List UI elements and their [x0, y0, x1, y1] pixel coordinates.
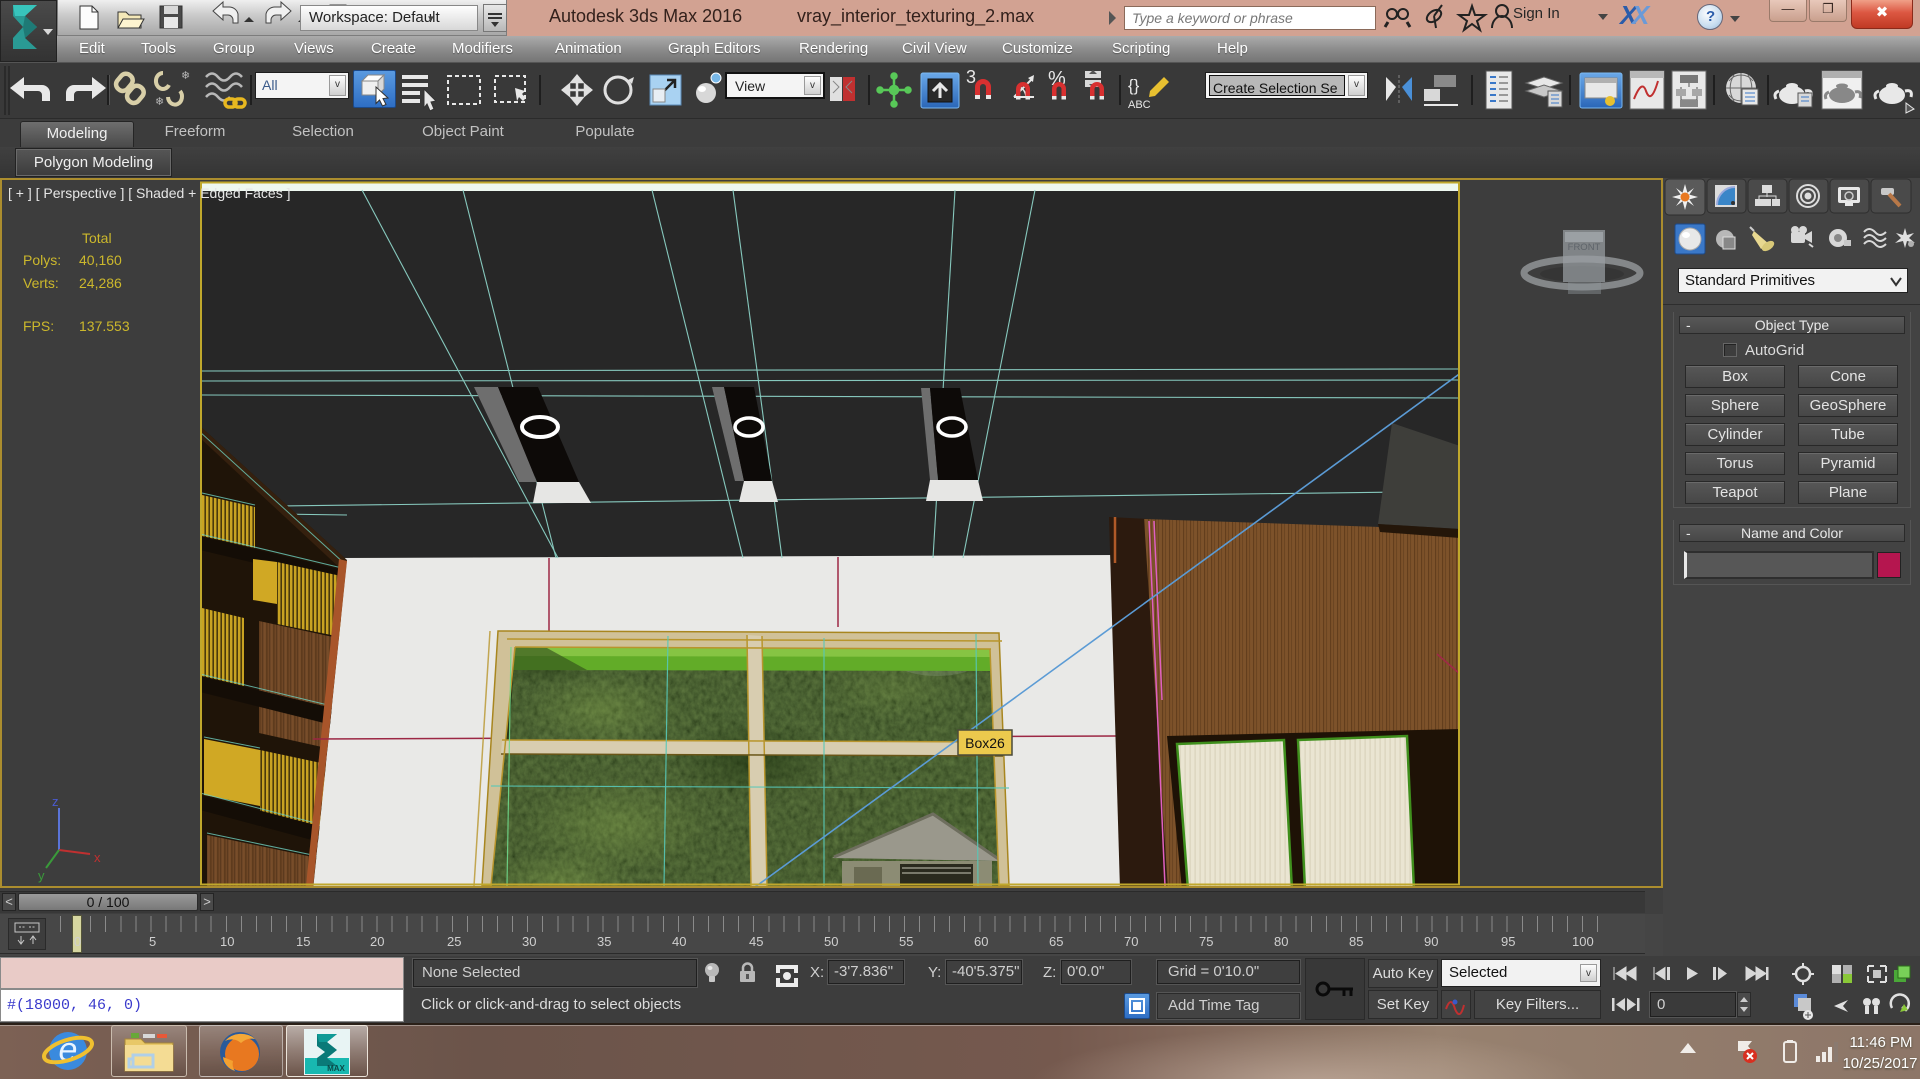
svg-text:X: X	[1630, 0, 1651, 30]
svg-text:x: x	[94, 850, 101, 865]
svg-text:3: 3	[966, 67, 976, 87]
svg-text:❄: ❄	[181, 70, 190, 82]
svg-text:{}: {}	[1128, 76, 1140, 95]
svg-text:ABC: ABC	[1128, 99, 1151, 111]
svg-text:y: y	[38, 868, 45, 883]
svg-text:z: z	[52, 794, 59, 809]
svg-text:FRONT: FRONT	[1568, 242, 1601, 253]
svg-text:Box26: Box26	[965, 735, 1005, 751]
svg-text:MAX: MAX	[327, 1064, 345, 1073]
svg-text:❄: ❄	[155, 96, 164, 108]
